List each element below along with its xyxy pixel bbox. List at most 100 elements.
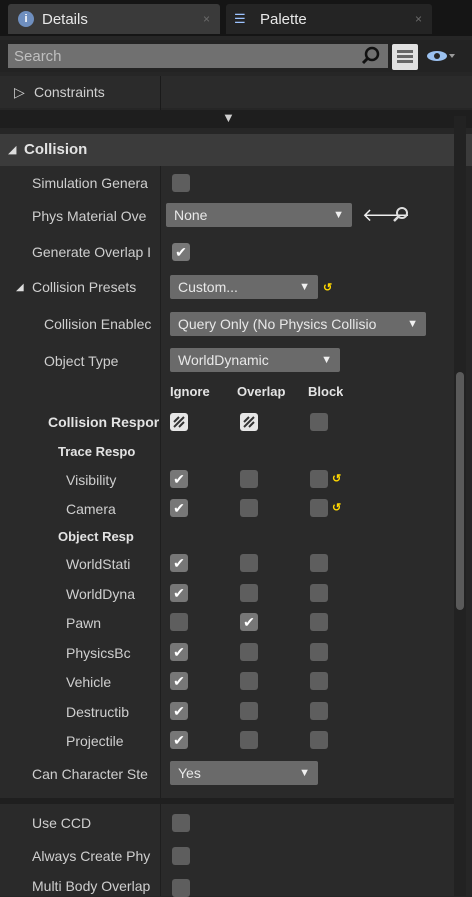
overlap-checkbox[interactable] [240,701,258,720]
multi-body-overlap-label: Multi Body Overlap [32,878,151,894]
chevron-down-icon: ▼ [333,209,344,221]
block-checkbox[interactable] [310,731,328,749]
collision-responses-block-checkbox[interactable] [310,413,328,431]
palette-icon: ☰ [234,11,246,26]
phys-material-label: Phys Material Ove [32,208,147,224]
close-icon[interactable]: × [415,12,422,26]
ignore-checkbox[interactable]: ✔ [170,554,188,572]
chevron-down-icon: ▼ [407,318,418,330]
simulation-generates-checkbox[interactable] [172,174,190,192]
search-icon[interactable] [360,45,382,67]
ignore-checkbox[interactable]: ✔ [170,642,188,661]
collision-responses-label: Collision Respor [48,414,160,430]
phys-material-combo[interactable]: None ▼ [166,203,352,227]
generate-overlap-label: Generate Overlap I [32,244,152,260]
overlap-checkbox[interactable] [240,554,258,572]
property-matrix-button[interactable] [392,44,418,70]
tab-details-label: Details [42,10,88,28]
ignore-checkbox[interactable]: ✔ [170,470,188,488]
block-column-header: Block [308,384,344,399]
collision-responses-overlap-checkbox[interactable] [240,413,258,431]
info-icon: i [18,11,34,27]
ignore-checkbox[interactable]: ✔ [170,583,188,602]
overlap-checkbox[interactable] [240,672,258,690]
response-row-label: Pawn [66,615,102,631]
column-splitter[interactable] [160,76,161,110]
block-checkbox[interactable] [310,583,328,602]
block-checkbox[interactable] [310,701,328,720]
object-type-label: Object Type [44,353,119,369]
overlap-checkbox[interactable] [240,583,258,602]
ignore-checkbox[interactable]: ✔ [170,672,188,690]
use-ccd-label: Use CCD [32,815,92,831]
generate-overlap-checkbox[interactable]: ✔ [172,243,190,261]
collision-enabled-value: Query Only (No Physics Collisio [178,316,377,332]
grid-icon [397,50,413,63]
ignore-checkbox[interactable] [170,613,188,631]
block-checkbox[interactable] [310,642,328,661]
reset-to-default-icon[interactable]: ↺ [332,472,341,485]
tab-palette[interactable]: ☰ Palette × [226,4,432,34]
collision-presets-label: Collision Presets [32,279,137,295]
response-row-label: PhysicsBc [66,644,131,661]
response-row-label: Vehicle [66,674,112,690]
collapse-icon[interactable]: ◢ [8,143,16,156]
phys-material-value: None [174,207,208,223]
search-input[interactable] [8,44,388,68]
collision-presets-value: Custom... [178,279,238,295]
overlap-checkbox[interactable] [240,731,258,749]
overlap-checkbox[interactable] [240,499,258,517]
response-row-label: WorldStati [66,556,131,572]
overlap-checkbox[interactable] [240,470,258,488]
browse-search-icon[interactable] [392,206,410,224]
ignore-column-header: Ignore [170,384,210,399]
can-character-step-value: Yes [178,765,201,781]
collision-presets-combo[interactable]: Custom... ▼ [170,275,318,299]
collapse-icon[interactable]: ◢ [16,282,24,293]
block-checkbox[interactable] [310,554,328,572]
ignore-checkbox[interactable]: ✔ [170,499,188,517]
chevron-right-icon[interactable]: ▷ [14,84,25,101]
chevron-down-icon: ▼ [299,767,310,779]
response-row-label: WorldDyna [66,585,135,602]
can-character-step-label: Can Character Ste [32,766,148,782]
ignore-checkbox[interactable]: ✔ [170,701,188,720]
block-checkbox[interactable] [310,613,328,631]
block-checkbox[interactable] [310,470,328,488]
tab-palette-label: Palette [260,10,307,28]
ignore-checkbox[interactable]: ✔ [170,731,188,749]
reset-to-default-icon[interactable]: ↺ [323,281,332,294]
collision-responses-ignore-checkbox[interactable] [170,413,188,431]
collision-enabled-label: Collision Enablec [44,316,152,332]
chevron-down-icon: ▼ [321,354,332,366]
close-icon[interactable]: × [203,12,210,26]
simulation-generates-label: Simulation Genera [32,175,148,191]
collision-header-label: Collision [24,141,88,158]
response-row-label: Projectile [66,733,124,749]
block-checkbox[interactable] [310,499,328,517]
scrollbar-thumb[interactable] [456,372,464,610]
response-row-label: Destructib [66,703,130,720]
tab-details[interactable]: i Details × [8,4,220,34]
collision-enabled-combo[interactable]: Query Only (No Physics Collisio ▼ [170,312,426,336]
use-ccd-checkbox[interactable] [172,814,190,832]
visibility-options-button[interactable] [426,45,472,67]
overlap-checkbox[interactable] [240,642,258,661]
reset-to-default-icon[interactable]: ↺ [332,501,341,514]
object-type-value: WorldDynamic [178,352,269,368]
overlap-checkbox[interactable]: ✔ [240,613,258,631]
chevron-down-icon: ▼ [299,281,310,293]
always-create-physics-label: Always Create Phy [32,848,151,864]
can-character-step-combo[interactable]: Yes ▼ [170,761,318,785]
object-type-combo[interactable]: WorldDynamic ▼ [170,348,340,372]
column-splitter[interactable] [160,166,161,896]
multi-body-overlap-checkbox[interactable] [172,879,190,897]
always-create-physics-checkbox[interactable] [172,847,190,865]
object-responses-label: Object Resp [58,529,134,544]
expand-arrow-icon[interactable]: ▼ [222,110,235,125]
advanced-expander[interactable] [0,110,472,128]
constraints-label: Constraints [34,84,105,100]
overlap-column-header: Overlap [237,384,286,399]
block-checkbox[interactable] [310,672,328,690]
mixed-state-icon [173,416,185,428]
